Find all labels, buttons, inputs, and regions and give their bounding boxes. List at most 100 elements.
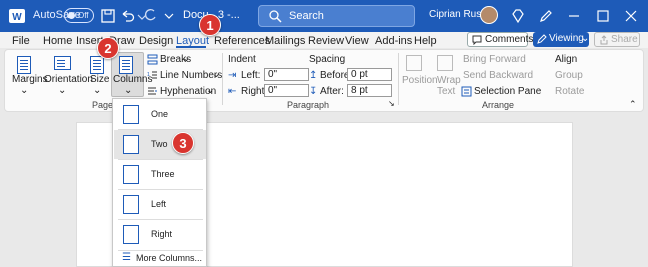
chevron-down-icon: ⌄ bbox=[581, 33, 590, 44]
share-button[interactable]: Share bbox=[594, 32, 640, 47]
tab-file[interactable]: File bbox=[12, 35, 30, 47]
spacing-after-field[interactable]: 8 pt bbox=[347, 84, 392, 97]
columns-option-one[interactable]: One bbox=[114, 100, 206, 129]
comment-icon bbox=[472, 35, 482, 45]
comments-label: Comments bbox=[485, 34, 534, 45]
svg-text:W: W bbox=[12, 12, 22, 23]
indent-right-icon: ⇤ bbox=[228, 86, 237, 97]
columns-option-right-label: Right bbox=[151, 229, 173, 239]
word-app-icon: W bbox=[9, 9, 25, 23]
title-bar: W AutoSave Off Docu...3 -... Search Cipr… bbox=[0, 0, 648, 32]
columns-option-three[interactable]: Three bbox=[114, 160, 206, 189]
indent-left-icon: ⇥ bbox=[228, 70, 237, 81]
spacing-label: Spacing bbox=[309, 54, 346, 65]
breaks-icon bbox=[147, 54, 158, 65]
step-marker-3: 3 bbox=[172, 132, 194, 154]
chevron-down-icon: ⌄ bbox=[93, 85, 102, 96]
save-icon[interactable] bbox=[99, 7, 117, 25]
group-divider bbox=[222, 53, 223, 105]
hyphenation-icon bbox=[148, 87, 157, 95]
position-button[interactable]: Position bbox=[402, 75, 438, 86]
left-column-icon bbox=[123, 195, 139, 214]
tab-help[interactable]: Help bbox=[414, 35, 437, 47]
orientation-button[interactable]: Orientation bbox=[44, 74, 93, 85]
indent-left-field[interactable]: 0" bbox=[264, 68, 309, 81]
send-backward-button[interactable]: Send Backward bbox=[463, 70, 533, 81]
indent-label: Indent bbox=[228, 54, 256, 65]
columns-dropdown-menu: One Two Three Left Right ☰ More Columns.… bbox=[112, 98, 207, 267]
wrap-text-label-2: Text bbox=[437, 86, 456, 97]
line-numbers-icon: 1 bbox=[147, 71, 157, 79]
selection-pane-button[interactable]: Selection Pane bbox=[474, 86, 541, 97]
columns-option-right[interactable]: Right bbox=[114, 220, 206, 249]
chevron-down-icon: ⌄ bbox=[58, 85, 67, 96]
redo-icon[interactable] bbox=[141, 7, 159, 25]
customize-toolbar-icon[interactable] bbox=[160, 7, 178, 25]
active-tab-indicator bbox=[176, 46, 206, 48]
close-icon[interactable] bbox=[622, 7, 640, 25]
more-columns-label: More Columns... bbox=[136, 253, 203, 263]
columns-option-left[interactable]: Left bbox=[114, 190, 206, 219]
bring-forward-button[interactable]: Bring Forward bbox=[463, 54, 526, 65]
one-column-icon bbox=[123, 105, 139, 124]
search-box[interactable]: Search bbox=[258, 5, 415, 27]
dialog-launcher-icon[interactable]: ↘ bbox=[388, 99, 395, 108]
chevron-down-icon: ⌄ bbox=[124, 85, 133, 96]
spacing-before-icon: ↥ bbox=[309, 70, 318, 81]
group-button[interactable]: Group bbox=[555, 70, 583, 81]
pen-icon bbox=[537, 34, 547, 44]
more-columns-item[interactable]: ☰ More Columns... bbox=[114, 251, 206, 266]
step-marker-1: 1 bbox=[199, 14, 221, 36]
group-divider bbox=[398, 53, 399, 105]
avatar[interactable] bbox=[480, 6, 498, 24]
selection-pane-icon bbox=[461, 86, 472, 97]
margins-button[interactable]: Margins bbox=[12, 74, 48, 85]
step-marker-2: 2 bbox=[97, 37, 119, 59]
size-icon bbox=[90, 56, 104, 74]
three-columns-icon bbox=[123, 165, 139, 184]
tab-review[interactable]: Review bbox=[308, 35, 344, 47]
viewing-mode-button[interactable]: Viewing ⌄ bbox=[533, 32, 589, 47]
tab-home[interactable]: Home bbox=[43, 35, 72, 47]
share-label: Share bbox=[611, 34, 638, 45]
wrap-text-button[interactable]: Wrap bbox=[437, 75, 461, 86]
minimize-icon[interactable] bbox=[565, 7, 583, 25]
orientation-icon bbox=[54, 56, 71, 70]
diamond-icon[interactable] bbox=[509, 7, 527, 25]
svg-text:1: 1 bbox=[147, 72, 150, 78]
position-icon bbox=[406, 55, 422, 71]
share-icon bbox=[600, 35, 608, 45]
chevron-down-icon: ⌄ bbox=[182, 53, 191, 64]
spacing-before-field[interactable]: 0 pt bbox=[347, 68, 392, 81]
viewing-label: Viewing bbox=[549, 33, 584, 44]
spacing-after-icon: ↧ bbox=[309, 86, 318, 97]
chevron-down-icon: ⌄ bbox=[20, 85, 29, 96]
spacing-after-label: After: bbox=[320, 86, 344, 97]
collapse-ribbon-icon[interactable]: ⌃ bbox=[629, 99, 637, 110]
two-columns-icon bbox=[123, 135, 139, 154]
maximize-icon[interactable] bbox=[594, 7, 612, 25]
align-button[interactable]: Align bbox=[555, 54, 577, 65]
tab-view[interactable]: View bbox=[345, 35, 369, 47]
search-icon bbox=[269, 10, 282, 23]
tab-mailings[interactable]: Mailings bbox=[265, 35, 305, 47]
indent-right-field[interactable]: 0" bbox=[264, 84, 309, 97]
margins-icon bbox=[17, 56, 31, 74]
wrap-text-icon bbox=[437, 55, 453, 71]
search-placeholder: Search bbox=[289, 10, 324, 22]
tab-references[interactable]: References bbox=[214, 35, 270, 47]
autosave-toggle[interactable]: Off bbox=[64, 8, 94, 23]
size-button[interactable]: Size bbox=[90, 74, 109, 85]
columns-option-left-label: Left bbox=[151, 199, 167, 209]
tab-design[interactable]: Design bbox=[139, 35, 173, 47]
columns-option-two-label: Two bbox=[151, 139, 168, 149]
tab-add-ins[interactable]: Add-ins bbox=[375, 35, 412, 47]
comments-button[interactable]: Comments bbox=[467, 32, 533, 47]
rotate-button[interactable]: Rotate bbox=[555, 86, 584, 97]
pen-icon[interactable] bbox=[537, 7, 555, 25]
arrange-group-label: Arrange bbox=[482, 100, 515, 110]
indent-left-label: Left: bbox=[241, 70, 261, 81]
right-column-icon bbox=[123, 225, 139, 244]
paragraph-group-label: Paragraph bbox=[287, 100, 330, 110]
chevron-down-icon: ⌄ bbox=[212, 69, 221, 80]
